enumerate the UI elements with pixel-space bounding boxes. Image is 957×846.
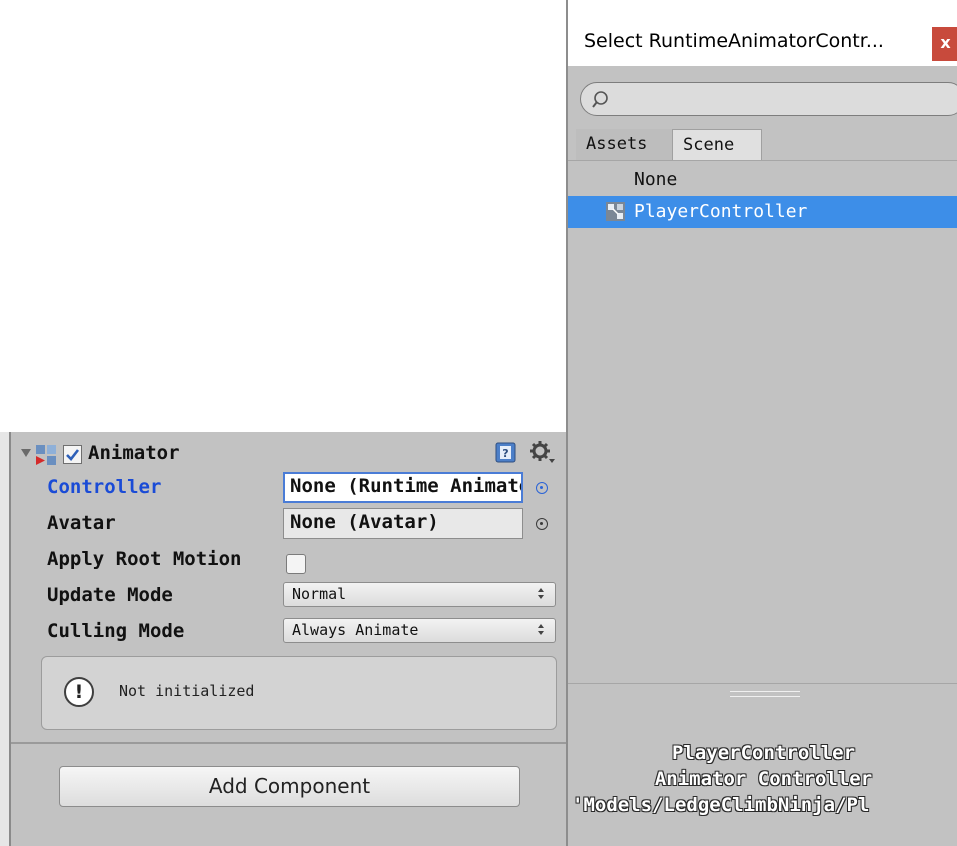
window-titlebar[interactable]: Select RuntimeAnimatorContr... x [568, 0, 957, 66]
inspector-divider [11, 742, 566, 744]
culling-mode-label: Culling Mode [47, 620, 185, 642]
tab-assets[interactable]: Assets [576, 129, 672, 161]
animator-controller-icon [606, 202, 625, 221]
list-item-label: None [634, 169, 678, 190]
controller-label: Controller [47, 476, 162, 498]
preview-asset-name: PlayerController [671, 742, 856, 764]
apply-root-motion-label: Apply Root Motion [47, 548, 242, 570]
dropdown-arrow-icon [538, 588, 544, 601]
inspector-panel: Animator ? Controller None (Runtime Anim… [0, 432, 566, 846]
dropdown-arrow-icon [538, 624, 544, 637]
splitter-grip-handle[interactable] [730, 691, 800, 697]
avatar-picker-icon[interactable] [536, 518, 548, 530]
info-icon: ! [64, 677, 94, 707]
preview-asset-type: Animator Controller [654, 768, 873, 790]
help-book-icon[interactable]: ? [495, 442, 516, 463]
culling-mode-value: Always Animate [292, 621, 419, 639]
controller-picker-icon[interactable] [536, 482, 548, 494]
update-mode-dropdown[interactable]: Normal [283, 582, 556, 607]
checkmark-icon [66, 449, 80, 461]
culling-mode-dropdown[interactable]: Always Animate [283, 618, 556, 643]
avatar-object-field[interactable]: None (Avatar) [283, 508, 523, 539]
select-object-window: Select RuntimeAnimatorContr... x Assets … [566, 0, 957, 846]
list-item-player-controller[interactable]: PlayerController [568, 196, 957, 228]
foldout-arrow-icon[interactable] [21, 449, 31, 457]
list-item-none[interactable]: None [568, 164, 957, 196]
list-item-label: PlayerController [634, 201, 808, 222]
avatar-label: Avatar [47, 512, 116, 534]
update-mode-label: Update Mode [47, 584, 173, 606]
helpbox-message: Not initialized [119, 682, 255, 700]
add-component-button[interactable]: Add Component [59, 766, 520, 807]
not-initialized-helpbox: ! Not initialized [41, 656, 557, 730]
controller-object-field[interactable]: None (Runtime Animator Controller) [283, 472, 523, 503]
inspector-edge-line [9, 432, 11, 846]
apply-root-motion-checkbox[interactable] [286, 554, 306, 574]
preview-asset-path: 'Models/LedgeClimbNinja/Pl [572, 794, 870, 816]
gear-icon[interactable] [529, 440, 557, 466]
tabs-underline [568, 160, 957, 161]
preview-splitter-line [568, 683, 957, 684]
close-button[interactable]: x [932, 27, 957, 61]
update-mode-value: Normal [292, 585, 347, 603]
component-enabled-checkbox[interactable] [63, 445, 82, 464]
component-title: Animator [88, 442, 180, 464]
animator-icon [36, 445, 56, 465]
svg-text:?: ? [502, 447, 508, 460]
window-title: Select RuntimeAnimatorContr... [584, 30, 884, 52]
animator-component-header[interactable]: Animator ? [11, 436, 566, 470]
tab-scene[interactable]: Scene [672, 129, 762, 161]
search-icon [592, 91, 608, 108]
search-field[interactable] [580, 82, 957, 116]
